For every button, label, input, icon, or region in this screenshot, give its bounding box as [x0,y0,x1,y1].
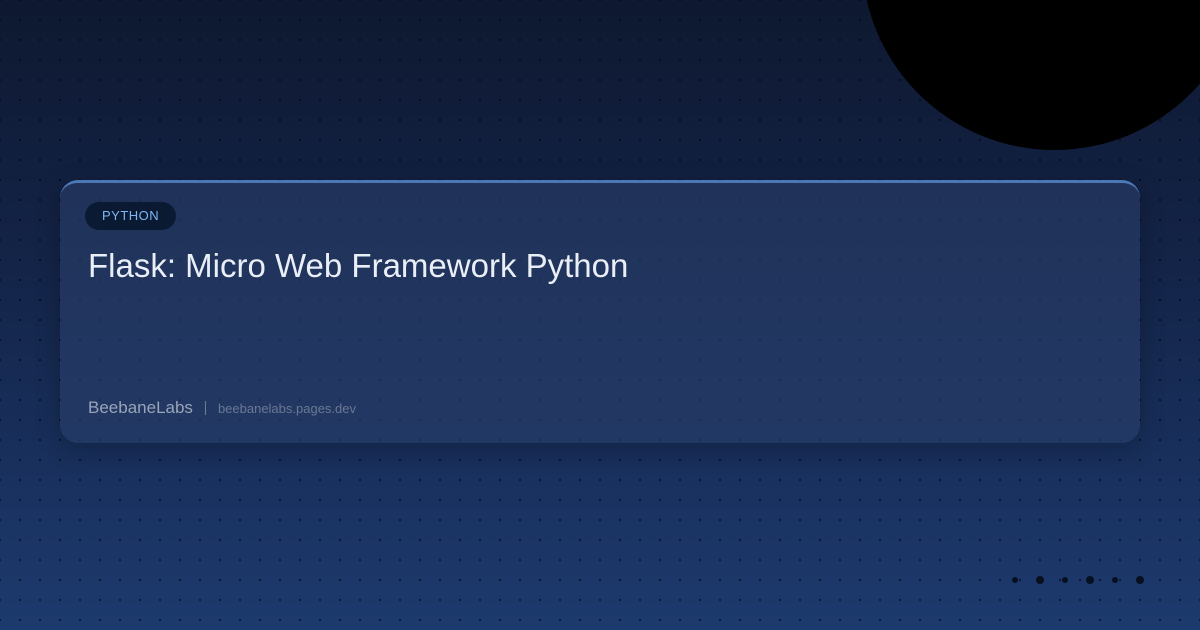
footer-separator [204,401,206,415]
decorative-dot [1112,577,1118,583]
decorative-dot [1136,576,1144,584]
decorative-dots [1010,575,1150,585]
article-title: Flask: Micro Web Framework Python [88,247,629,284]
decorative-dot [1036,576,1044,584]
card-footer: BeebaneLabs beebanelabs.pages.dev [88,398,356,418]
site-url: beebanelabs.pages.dev [217,400,356,416]
article-card: PYTHON Flask: Micro Web Framework Python… [60,180,1140,443]
brand-name: BeebaneLabs [88,398,193,417]
category-badge: PYTHON [85,202,177,230]
decorative-dot [1012,577,1018,583]
decorative-dot [1062,577,1068,583]
decorative-dot [1086,576,1094,584]
